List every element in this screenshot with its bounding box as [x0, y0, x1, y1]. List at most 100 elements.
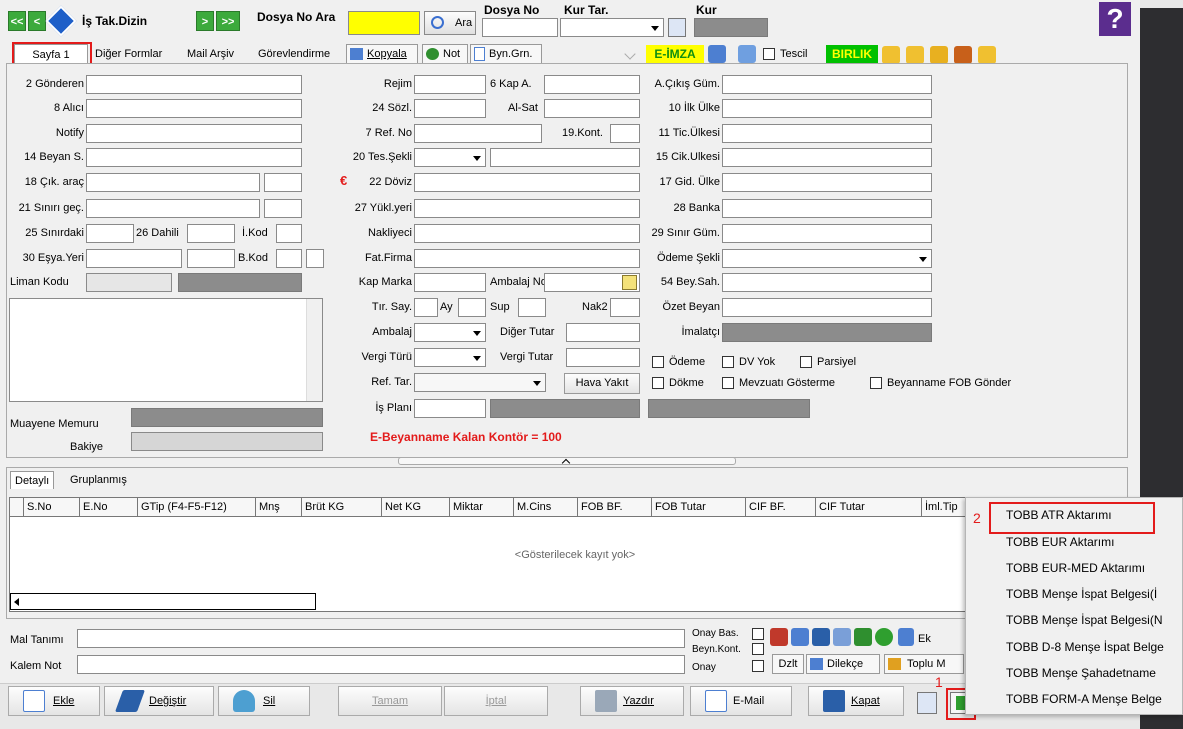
sinirdaki-field[interactable]: [86, 224, 134, 243]
ilk-ulke-field[interactable]: [722, 99, 932, 118]
detail-grid[interactable]: S.No E.No GTip (F4-F5-F12) Mnş Brüt KG N…: [9, 497, 969, 612]
folder-tools-icon[interactable]: [954, 46, 972, 64]
folder-icon[interactable]: [882, 46, 900, 64]
odeme-checkbox[interactable]: [652, 356, 664, 368]
kap-marka-field[interactable]: [414, 273, 486, 292]
next-green-button[interactable]: >: [196, 11, 214, 31]
tes-sekli-desc-field[interactable]: [490, 148, 640, 167]
diger-tutar-field[interactable]: [566, 323, 640, 342]
column-header[interactable]: İml.Tip: [922, 498, 968, 516]
menu-item-tobb-d8[interactable]: TOBB D-8 Menşe İspat Belge: [1006, 637, 1164, 657]
pdf-icon[interactable]: [738, 45, 756, 63]
cik-arac-code-field[interactable]: [264, 173, 302, 192]
column-header[interactable]: S.No: [24, 498, 80, 516]
birlik-button[interactable]: BIRLIK: [826, 45, 878, 64]
ek-label[interactable]: Ek: [918, 632, 931, 646]
column-header[interactable]: Miktar: [450, 498, 514, 516]
dosya-no-search-input[interactable]: [348, 11, 420, 35]
mal-tanimi-field[interactable]: [77, 629, 685, 648]
fat-firma-field[interactable]: [414, 249, 640, 268]
chart-icon[interactable]: [812, 628, 830, 646]
menu-item-tobb-mense-ispat-2[interactable]: TOBB Menşe İspat Belgesi(N: [1006, 610, 1163, 630]
tescil-checkbox[interactable]: [763, 48, 775, 60]
info-icon[interactable]: [45, 5, 77, 37]
excel-icon[interactable]: [854, 628, 872, 646]
parsiyel-checkbox[interactable]: [800, 356, 812, 368]
vergi-turu-combo[interactable]: [414, 348, 486, 367]
siniri-gec-field[interactable]: [86, 199, 260, 218]
cik-ulkesi-field[interactable]: [722, 148, 932, 167]
al-sat-field[interactable]: [544, 99, 640, 118]
tab-mail-arsiv[interactable]: Mail Arşiv: [187, 44, 234, 64]
b-kod-extra-field[interactable]: [306, 249, 324, 268]
prev-green-button[interactable]: <: [28, 11, 46, 31]
column-header[interactable]: Brüt KG: [302, 498, 382, 516]
e-imza-button[interactable]: E-İMZA: [646, 45, 704, 64]
gonderen-field[interactable]: [86, 75, 302, 94]
vergi-tutar-field[interactable]: [566, 348, 640, 367]
folder-export-icon[interactable]: [930, 46, 948, 64]
doviz-field[interactable]: [414, 173, 640, 192]
nakliyeci-field[interactable]: [414, 224, 640, 243]
gid-ulke-field[interactable]: [722, 173, 932, 192]
menu-item-tobb-mense-sahadetname[interactable]: TOBB Menşe Şahadetname: [1006, 663, 1156, 683]
alici-field[interactable]: [86, 99, 302, 118]
tab-detayli[interactable]: Detaylı: [10, 471, 55, 489]
sil-button[interactable]: Sil: [218, 686, 310, 716]
sup-field[interactable]: [518, 298, 546, 317]
sinir-gum-field[interactable]: [722, 224, 932, 243]
ref-tar-combo[interactable]: [414, 373, 546, 392]
yukl-yeri-field[interactable]: [414, 199, 640, 218]
menu-item-tobb-eur-med[interactable]: TOBB EUR-MED Aktarımı: [1006, 558, 1145, 578]
folder-up-icon[interactable]: [906, 46, 924, 64]
column-header[interactable]: M.Cins: [514, 498, 578, 516]
last-green-button[interactable]: >>: [216, 11, 240, 31]
tes-sekli-combo[interactable]: [414, 148, 486, 167]
kalem-not-field[interactable]: [77, 655, 685, 674]
beyan-field[interactable]: [86, 148, 302, 167]
shield-icon[interactable]: [708, 45, 726, 63]
kapat-button[interactable]: Kapat: [808, 686, 904, 716]
notify-field[interactable]: [86, 124, 302, 143]
menu-item-tobb-form-a[interactable]: TOBB FORM-A Menşe Belge: [1006, 689, 1162, 709]
column-header[interactable]: FOB Tutar: [652, 498, 746, 516]
chevron-down-icon[interactable]: [624, 48, 636, 60]
fob-gonder-checkbox[interactable]: [870, 377, 882, 389]
arrow-right-icon[interactable]: [875, 628, 893, 646]
menu-item-tobb-eur[interactable]: TOBB EUR Aktarımı: [1006, 532, 1114, 552]
toplu-m-button[interactable]: Toplu M: [884, 654, 964, 674]
is-plani-field[interactable]: [414, 399, 486, 418]
esya-yeri-field[interactable]: [86, 249, 182, 268]
dzlt-button[interactable]: Dzlt: [772, 654, 804, 674]
edit-icon[interactable]: [622, 275, 637, 290]
siniri-gec-code-field[interactable]: [264, 199, 302, 218]
column-header[interactable]: E.No: [80, 498, 138, 516]
column-header[interactable]: CIF Tutar: [816, 498, 922, 516]
onay-checkbox[interactable]: [752, 660, 764, 672]
mevzuati-gosterme-checkbox[interactable]: [722, 377, 734, 389]
tab-gruplanmis[interactable]: Gruplanmış: [70, 471, 127, 489]
dosya-no-field[interactable]: [482, 18, 558, 37]
kont-field[interactable]: [610, 124, 640, 143]
is-tak-dizin-label[interactable]: İş Tak.Dizin: [82, 14, 147, 28]
menu-item-tobb-mense-ispat-1[interactable]: TOBB Menşe İspat Belgesi(İ: [1006, 584, 1157, 604]
calculator-icon[interactable]: [833, 628, 851, 646]
rejim-field[interactable]: [414, 75, 486, 94]
cik-arac-field[interactable]: [86, 173, 260, 192]
bey-sah-field[interactable]: [722, 273, 932, 292]
sozl-field[interactable]: [414, 99, 486, 118]
kur-tar-combo[interactable]: [560, 18, 664, 37]
kap-a-field[interactable]: [544, 75, 640, 94]
a-cikis-gum-field[interactable]: [722, 75, 932, 94]
column-header[interactable]: FOB BF.: [578, 498, 652, 516]
tamam-button[interactable]: Tamam: [338, 686, 442, 716]
hava-yakit-button[interactable]: Hava Yakıt: [564, 373, 640, 394]
calendar-icon[interactable]: [668, 18, 686, 37]
email-button[interactable]: E-Mail: [690, 686, 792, 716]
column-header[interactable]: Mnş: [256, 498, 302, 516]
nak2-field[interactable]: [610, 298, 640, 317]
back-green-button[interactable]: <<: [8, 11, 26, 31]
users-icon[interactable]: [770, 628, 788, 646]
folder-open-icon[interactable]: [978, 46, 996, 64]
esya-yeri-code-field[interactable]: [187, 249, 235, 268]
